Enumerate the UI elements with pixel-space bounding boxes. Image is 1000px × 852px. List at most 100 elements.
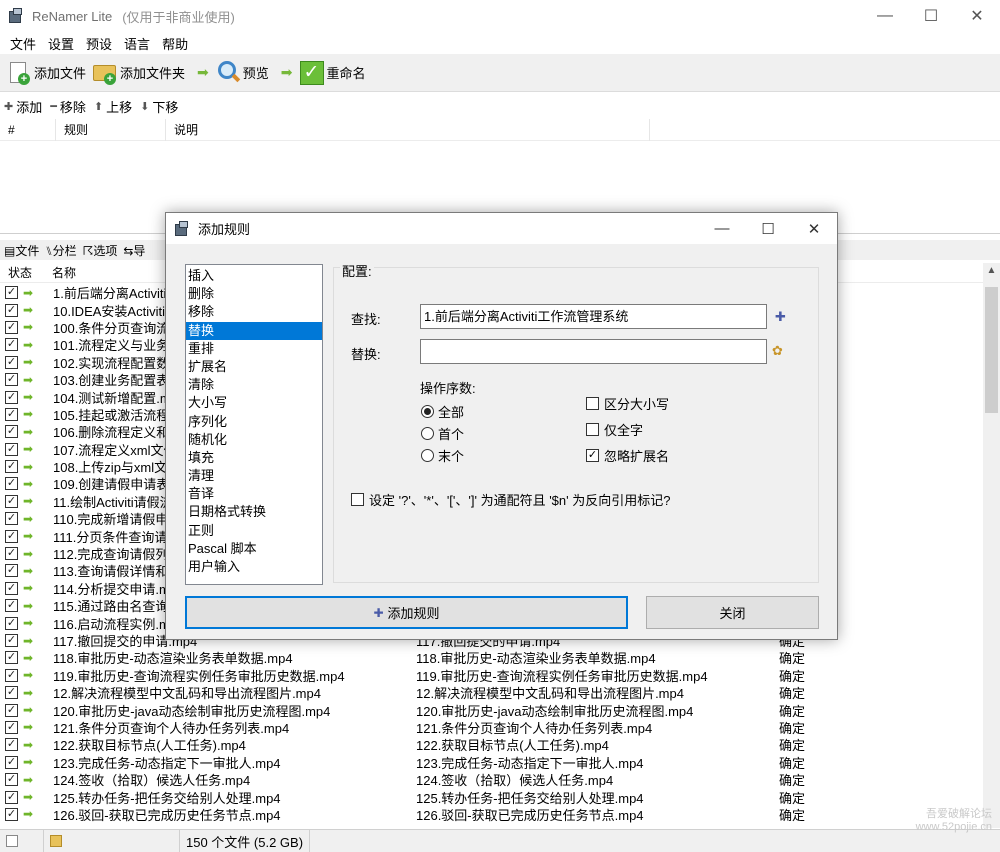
rule-type-item[interactable]: Pascal 脚本	[186, 540, 322, 558]
rule-remove-button[interactable]: ━ 移除	[50, 97, 86, 116]
menu-presets[interactable]: 预设	[80, 34, 118, 53]
rule-type-item[interactable]: 大小写	[186, 394, 322, 412]
menu-help[interactable]: 帮助	[156, 34, 194, 53]
rule-type-item[interactable]: 正则	[186, 522, 322, 540]
rule-type-item[interactable]: 扩展名	[186, 358, 322, 376]
wildcard-checkbox[interactable]: 设定 '?'、'*'、'['、']' 为通配符且 '$n' 为反向引用标记?	[351, 490, 670, 509]
table-row[interactable]: ✓ ➡ 122.获取目标节点(人工任务).mp4 122.获取目标节点(人工任务).m…	[0, 736, 984, 753]
dialog-minimize-button[interactable]: —	[699, 213, 745, 244]
add-find-icon[interactable]: ✚	[775, 309, 786, 325]
rule-down-button[interactable]: ⬇ 下移	[140, 97, 178, 116]
columns-menu-button[interactable]: ⑊分栏	[45, 242, 76, 259]
row-checkbox[interactable]: ✓	[5, 373, 18, 387]
close-dialog-button[interactable]: 关闭	[646, 596, 819, 629]
table-row[interactable]: ✓ ➡ 12.解决流程模型中文乱码和导出流程图片.mp4 12.解决流程模型中文乱码和…	[0, 684, 984, 701]
menu-file[interactable]: 文件	[4, 34, 42, 53]
maximize-button[interactable]: ☐	[908, 0, 954, 32]
status-add-folder-cell[interactable]	[44, 829, 180, 852]
row-checkbox[interactable]: ✓	[5, 355, 18, 369]
row-checkbox[interactable]: ✓	[5, 616, 18, 630]
insert-meta-icon[interactable]: ✿	[772, 343, 783, 359]
rule-add-button[interactable]: ✚ 添加	[4, 97, 42, 116]
rule-type-item[interactable]: 清理	[186, 467, 322, 485]
rule-up-button[interactable]: ⬆ 上移	[94, 97, 132, 116]
row-checkbox[interactable]: ✓	[5, 512, 18, 526]
case-sensitive-checkbox[interactable]: 区分大小写	[586, 394, 669, 413]
row-checkbox[interactable]: ✓	[5, 651, 18, 665]
status-add-files-cell[interactable]	[0, 829, 44, 852]
row-checkbox[interactable]: ✓	[5, 703, 18, 717]
table-row[interactable]: ✓ ➡ 125.转办任务-把任务交给别人处理.mp4 125.转办任务-把任务交给别人…	[0, 788, 984, 806]
scroll-up-icon[interactable]: ▲	[983, 265, 1000, 279]
row-checkbox[interactable]: ✓	[5, 668, 18, 682]
row-checkbox[interactable]: ✓	[5, 547, 18, 561]
row-checkbox[interactable]: ✓	[5, 286, 18, 300]
table-row[interactable]: ✓ ➡ 123.完成任务-动态指定下一审批人.mp4 123.完成任务-动态指定下一审…	[0, 754, 984, 771]
files-scrollbar[interactable]: ▲	[983, 263, 1000, 828]
rule-type-item[interactable]: 填充	[186, 449, 322, 467]
options-menu-button[interactable]: ☈选项	[83, 242, 118, 259]
row-checkbox[interactable]: ✓	[5, 529, 18, 543]
dialog-maximize-button[interactable]: ☐	[745, 213, 791, 244]
close-button[interactable]: ✕	[954, 0, 1000, 32]
row-checkbox[interactable]: ✓	[5, 755, 18, 769]
row-checkbox[interactable]: ✓	[5, 564, 18, 578]
row-checkbox[interactable]: ✓	[5, 390, 18, 404]
row-checkbox[interactable]: ✓	[5, 738, 18, 752]
row-checkbox[interactable]: ✓	[5, 442, 18, 456]
row-checkbox[interactable]: ✓	[5, 303, 18, 317]
dialog-close-button[interactable]: ✕	[791, 213, 837, 244]
replace-input[interactable]	[420, 339, 767, 364]
rules-col-description[interactable]: 说明	[166, 118, 650, 141]
row-checkbox[interactable]: ✓	[5, 494, 18, 508]
row-checkbox[interactable]: ✓	[5, 720, 18, 734]
minimize-button[interactable]: —	[862, 0, 908, 32]
rule-type-item[interactable]: 移除	[186, 303, 322, 321]
row-checkbox[interactable]: ✓	[5, 407, 18, 421]
row-checkbox[interactable]: ✓	[5, 320, 18, 334]
rules-col-index[interactable]: #	[0, 118, 56, 141]
rule-type-item[interactable]: 删除	[186, 285, 322, 303]
row-checkbox[interactable]: ✓	[5, 460, 18, 474]
radio-last[interactable]: 末个	[421, 446, 464, 465]
files-col-name[interactable]: 名称	[46, 264, 76, 281]
rule-type-item[interactable]: 用户输入	[186, 558, 322, 576]
rule-type-item[interactable]: 随机化	[186, 431, 322, 449]
radio-first[interactable]: 首个	[421, 424, 464, 443]
table-row[interactable]: ✓ ➡ 124.签收（拾取）候选人任务.mp4 124.签收（拾取）候选人任务.mp4…	[0, 771, 984, 788]
row-checkbox[interactable]: ✓	[5, 634, 18, 647]
whole-word-checkbox[interactable]: 仅全字	[586, 420, 643, 439]
export-menu-button[interactable]: ⇆导	[123, 242, 145, 259]
rule-type-item[interactable]: 替换	[186, 321, 322, 340]
rule-type-item[interactable]: 音译	[186, 485, 322, 503]
row-checkbox[interactable]: ✓	[5, 773, 18, 787]
add-files-button[interactable]: + 添加文件	[6, 60, 86, 86]
row-checkbox[interactable]: ✓	[5, 790, 18, 804]
row-checkbox[interactable]: ✓	[5, 338, 18, 352]
row-checkbox[interactable]: ✓	[5, 477, 18, 491]
ignore-ext-checkbox[interactable]: ✓ 忽略扩展名	[586, 446, 669, 465]
row-checkbox[interactable]: ✓	[5, 807, 18, 821]
rule-type-item[interactable]: 重排	[186, 340, 322, 358]
table-row[interactable]: ✓ ➡ 118.审批历史-动态渲染业务表单数据.mp4 118.审批历史-动态渲染业务…	[0, 649, 984, 666]
add-rule-button[interactable]: ✚ 添加规则	[185, 596, 628, 629]
table-row[interactable]: ✓ ➡ 121.条件分页查询个人待办任务列表.mp4 121.条件分页查询个人待办任务…	[0, 719, 984, 736]
row-checkbox[interactable]: ✓	[5, 581, 18, 595]
menu-language[interactable]: 语言	[118, 34, 156, 53]
radio-all[interactable]: 全部	[421, 402, 464, 421]
scrollbar-thumb[interactable]	[985, 287, 998, 413]
table-row[interactable]: ✓ ➡ 119.审批历史-查询流程实例任务审批历史数据.mp4 119.审批历史-查询…	[0, 667, 984, 684]
add-folder-button[interactable]: + 添加文件夹	[92, 60, 185, 86]
files-col-status[interactable]: 状态	[0, 264, 46, 281]
menu-settings[interactable]: 设置	[42, 34, 80, 53]
row-checkbox[interactable]: ✓	[5, 425, 18, 439]
rule-type-item[interactable]: 插入	[186, 267, 322, 285]
files-menu-button[interactable]: ▤文件	[4, 242, 39, 259]
row-checkbox[interactable]: ✓	[5, 686, 18, 700]
rename-button[interactable]: ✓ 重命名	[299, 60, 366, 86]
row-checkbox[interactable]: ✓	[5, 599, 18, 613]
rule-type-item[interactable]: 序列化	[186, 413, 322, 431]
preview-button[interactable]: 预览	[215, 60, 269, 86]
rule-type-item[interactable]: 日期格式转换	[186, 503, 322, 521]
table-row[interactable]: ✓ ➡ 126.驳回-获取已完成历史任务节点.mp4 126.驳回-获取已完成历史任务…	[0, 806, 984, 823]
